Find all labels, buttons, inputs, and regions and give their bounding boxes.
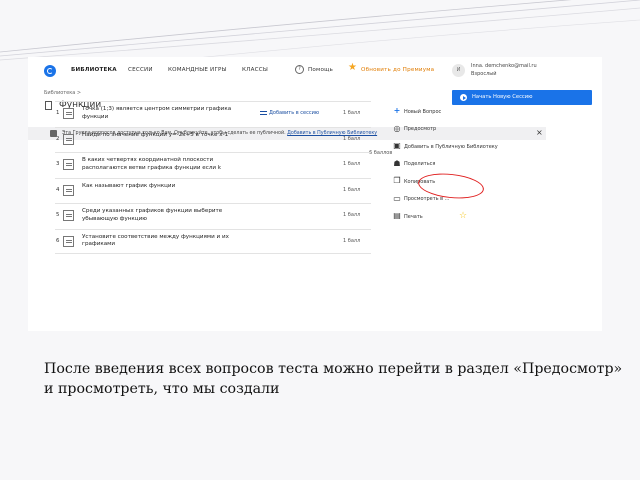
add-to-session-label: Добавить в сессию	[269, 110, 320, 116]
question-row[interactable]: 3 В каких четвертях координатной плоскост…	[55, 152, 371, 178]
total-points: 6 баллов	[369, 150, 393, 156]
document-icon	[45, 101, 52, 110]
question-type-icon	[63, 210, 74, 221]
view-icon: ▭	[393, 193, 401, 203]
nav-library[interactable]: БИБЛИОТЕКА	[71, 67, 117, 73]
question-text[interactable]: В каких четвертях координатной плоскости…	[82, 157, 257, 172]
question-type-icon	[63, 235, 74, 247]
question-number: 4	[56, 186, 60, 193]
top-navigation: БИБЛИОТЕКА СЕССИИ КОМАНДНЫЕ ИГРЫ КЛАССЫ …	[28, 57, 602, 85]
action-4[interactable]: ☗ Поделиться	[391, 158, 561, 178]
plus-icon: +	[393, 106, 401, 115]
star-icon[interactable]: ☆	[459, 211, 467, 221]
question-type-icon	[63, 184, 74, 196]
question-text[interactable]: Найди по значение функции y=-2x+5 в точк…	[82, 132, 257, 140]
question-type-icon	[63, 133, 74, 145]
question-number: 1	[56, 110, 60, 116]
breadcrumb[interactable]: Библиотека >	[44, 90, 81, 96]
start-new-session-button[interactable]: Начать Новую Сессию	[452, 90, 592, 105]
nav-sessions[interactable]: СЕССИИ	[128, 67, 153, 73]
action-2[interactable]: ◎ Предосмотр	[391, 123, 561, 143]
nav-classes[interactable]: КЛАССЫ	[242, 67, 268, 73]
action-label: Поделиться	[404, 161, 436, 167]
action-label: Новый Вопрос	[404, 108, 442, 115]
print-icon: ▤	[393, 211, 401, 220]
question-number: 3	[56, 161, 60, 167]
question-type-icon	[63, 108, 74, 119]
question-points: 1 балл	[343, 135, 361, 142]
action-label: Печать	[404, 213, 423, 220]
question-row[interactable]: 6 Установите соответствие между функциями…	[55, 228, 371, 254]
copy-icon: ❐	[393, 176, 401, 185]
question-number: 2	[56, 135, 60, 142]
question-text[interactable]: Среди указанных графиков функции выберит…	[82, 208, 257, 223]
question-type-icon	[63, 159, 74, 170]
question-points: 1 балл	[343, 186, 361, 193]
action-label: Предосмотр	[404, 126, 437, 132]
question-points: 1 балл	[343, 212, 361, 218]
question-row[interactable]: 2 Найди по значение функции y=-2x+5 в точ…	[55, 126, 371, 153]
help-icon[interactable]: ?	[295, 65, 304, 74]
library-add-icon: ▣	[393, 141, 401, 150]
question-text[interactable]: Установите соответствие между функциями …	[82, 234, 257, 249]
user-role: Взрослый	[471, 71, 497, 77]
avatar[interactable]: И	[452, 64, 465, 77]
slide-caption: После введения всех вопросов теста можно…	[44, 361, 623, 397]
star-icon: ★	[348, 62, 357, 73]
preview-icon: ◎	[393, 123, 401, 133]
question-number: 6	[56, 237, 60, 244]
help-link[interactable]: Помощь	[308, 67, 333, 73]
user-email: Inna. demchenko@mail.ru	[471, 63, 537, 69]
action-3[interactable]: ▣ Добавить в Публичную Библиотеку	[391, 142, 561, 160]
start-new-session-label: Начать Новую Сессию	[472, 94, 533, 100]
question-points: 1 балл	[343, 161, 361, 167]
question-row[interactable]: 5 Среди указанных графиков функции выбери…	[55, 203, 371, 229]
questions-list: 1 Точка (1;3) является центром симметрии …	[55, 101, 371, 254]
question-text[interactable]: Точка (1;3) является центром симметрии г…	[82, 106, 257, 121]
action-6[interactable]: ▭ Просмотреть в ...	[391, 193, 561, 213]
play-icon	[460, 94, 467, 101]
share-icon: ☗	[393, 158, 401, 168]
question-number: 5	[56, 212, 60, 218]
question-points: 1 балл	[343, 110, 361, 116]
add-to-session-icon	[260, 110, 267, 115]
action-1[interactable]: + Новый Вопрос	[391, 107, 561, 125]
question-row[interactable]: 1 Точка (1;3) является центром симметрии …	[55, 101, 371, 127]
action-7[interactable]: ▤ Печать ☆	[391, 211, 561, 230]
actions-menu: + Новый Вопрос ◎ Предосмотр ▣ Добавить в Публ…	[391, 107, 561, 230]
action-label: Добавить в Публичную Библиотеку	[404, 143, 498, 150]
add-to-session-button[interactable]: Добавить в сессию	[260, 110, 319, 116]
question-text[interactable]: Как называют график функции	[82, 183, 257, 191]
nav-team-games[interactable]: КОМАНДНЫЕ ИГРЫ	[168, 67, 227, 73]
question-row[interactable]: 4 Как называют график функции 1 балл	[55, 177, 371, 204]
app-logo-icon[interactable]	[44, 65, 56, 77]
upgrade-link[interactable]: Обновить до Премиума	[361, 67, 434, 73]
question-points: 1 балл	[343, 237, 361, 244]
